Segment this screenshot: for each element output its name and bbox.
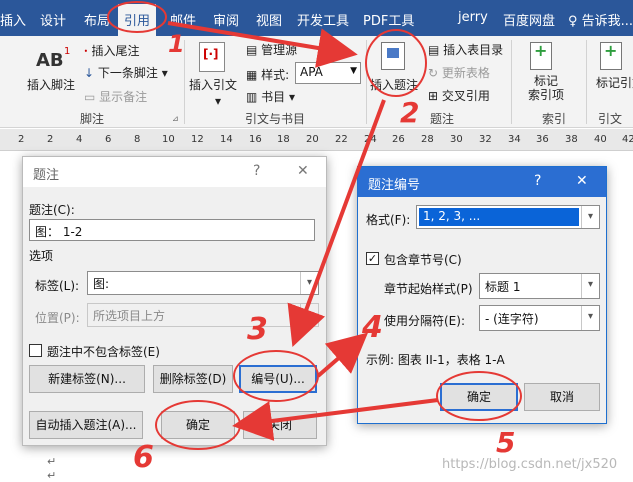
annotation-number-6: 6	[133, 440, 154, 475]
circle-numbering-button	[233, 350, 319, 402]
arrow-3-to-4	[316, 332, 369, 378]
arrow-1-to-2	[167, 21, 358, 68]
arrow-5-to-6	[232, 398, 439, 441]
annotation-layer	[107, 1, 522, 450]
annotation-number-5: 5	[496, 426, 516, 459]
watermark: https://blog.csdn.net/jx520	[442, 457, 618, 472]
circle-references-tab	[107, 1, 167, 33]
circle-insert-caption	[365, 29, 427, 97]
circle-caption-ok	[155, 400, 241, 450]
arrow-2-to-3	[287, 99, 386, 348]
word-window: 插入 设计 布局 引用 邮件 审阅 视图 开发工具 PDF工具 jerry 百度…	[0, 0, 633, 482]
annotation-number-3: 3	[247, 312, 268, 347]
annotation-number-2: 2	[400, 96, 420, 129]
circle-numbering-ok	[436, 371, 522, 421]
annotation-number-1: 1	[168, 30, 185, 58]
annotation-number-4: 4	[362, 310, 383, 345]
